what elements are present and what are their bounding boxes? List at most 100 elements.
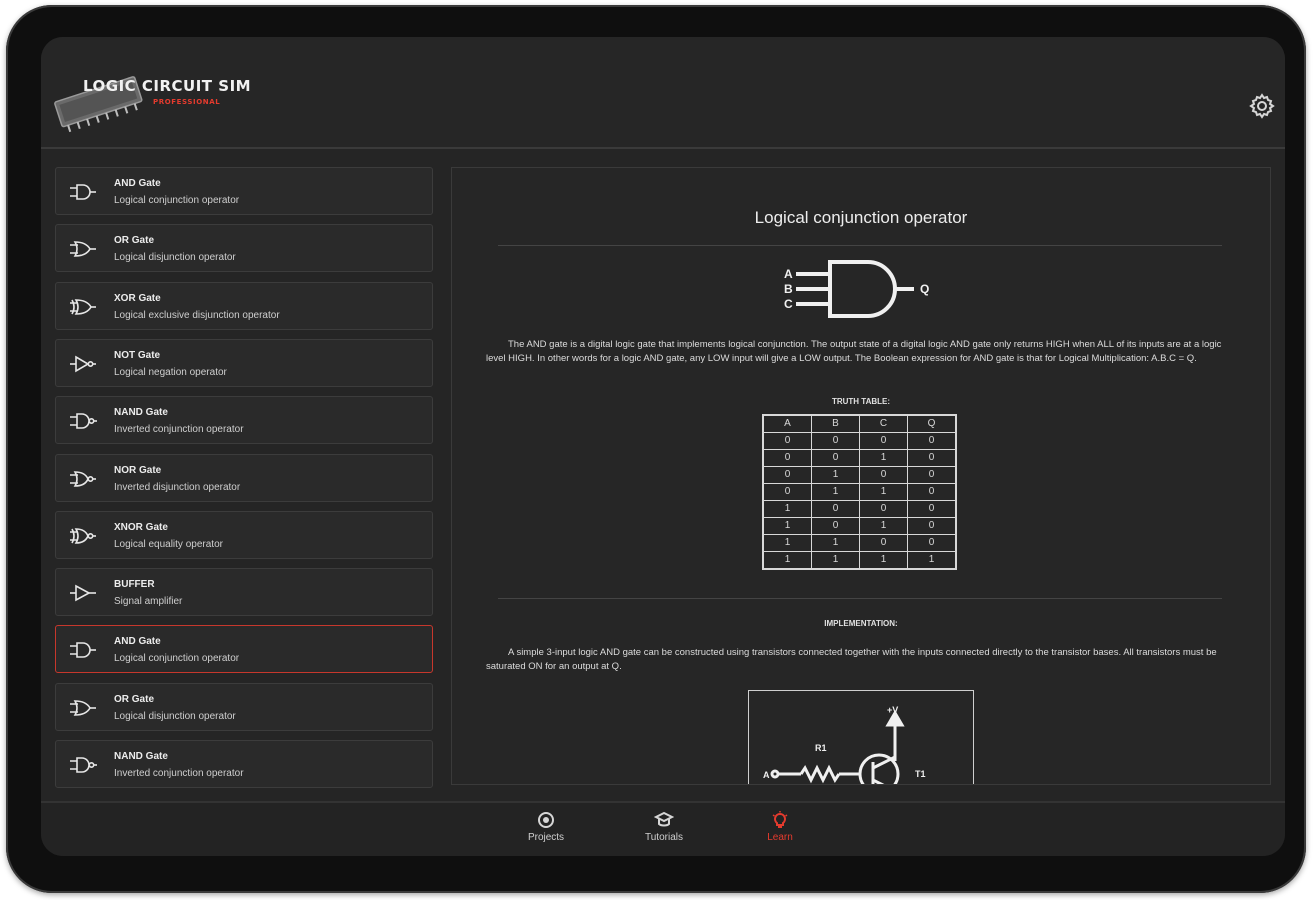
symbol-input-a: A [784, 267, 793, 281]
gate-list-item-subtitle: Signal amplifier [114, 596, 183, 608]
xor-gate-icon [70, 298, 96, 315]
truth-table-row: 0110 [762, 483, 957, 501]
gate-list-item[interactable]: NAND Gate Inverted conjunction operator [55, 740, 433, 788]
truth-table-cell: 1 [811, 551, 860, 570]
logo-title: LOGIC CIRCUIT SIM [83, 77, 252, 95]
gate-list-item[interactable]: NOR Gate Inverted disjunction operator [55, 453, 433, 502]
truth-table-row: 1010 [762, 517, 957, 535]
gate-list-item-subtitle: Inverted conjunction operator [114, 424, 244, 436]
nav-tutorials[interactable]: Tutorials [624, 811, 704, 851]
settings-gear-icon[interactable] [1248, 92, 1276, 120]
tutorials-icon [654, 811, 674, 827]
gate-list-item-subtitle: Logical disjunction operator [114, 252, 236, 264]
gate-description: The AND gate is a digital logic gate tha… [486, 339, 1222, 364]
truth-table-caption: TRUTH TABLE: [831, 397, 891, 406]
truth-table-cell: 0 [907, 534, 957, 552]
and-gate-icon [70, 184, 96, 200]
gate-list-item-subtitle: Inverted conjunction operator [114, 768, 244, 779]
truth-table-row: 0010 [762, 449, 957, 467]
gate-list-item-title: BUFFER [114, 579, 155, 591]
truth-table-cell: 0 [762, 432, 812, 450]
nav-tutorials-label: Tutorials [645, 832, 683, 843]
detail-title: Logical conjunction operator [754, 208, 968, 227]
nav-projects[interactable]: Projects [506, 811, 586, 851]
truth-table: ABCQ00000010010001101000101011001111 [762, 414, 957, 570]
truth-table-row: 0100 [762, 466, 957, 484]
nav-projects-label: Projects [527, 832, 565, 843]
implementation-text: A simple 3-input logic AND gate can be c… [486, 647, 1217, 672]
truth-table-cell: 1 [811, 534, 860, 552]
nav-learn-label: Learn [767, 832, 793, 843]
truth-table-cell: 0 [762, 483, 812, 501]
truth-table-cell: 0 [811, 517, 860, 535]
gate-list-item[interactable]: AND Gate Logical conjunction operator [55, 625, 433, 674]
gate-list-item[interactable]: XNOR Gate Logical equality operator [55, 510, 433, 559]
gate-list-item-title: XNOR Gate [114, 521, 168, 533]
truth-table-cell: 0 [859, 500, 908, 518]
gate-list-item[interactable]: NAND Gate Inverted conjunction operator [55, 396, 433, 445]
gate-list-item-subtitle: Logical conjunction operator [114, 653, 240, 665]
gate-list-item[interactable]: OR Gate Logical disjunction operator [55, 682, 433, 731]
gate-list-item[interactable]: BUFFER Signal amplifier [55, 568, 433, 617]
gate-list-item-title: NOR Gate [114, 464, 162, 476]
truth-table-cell: 0 [811, 500, 860, 518]
circuit-vplus-label: +V [887, 705, 898, 715]
gate-list-item-title: AND Gate [114, 636, 161, 648]
bottom-nav: Projects Tutorials Learn [41, 803, 1285, 856]
symbol-output-q: Q [920, 282, 929, 296]
learn-bulb-icon [772, 811, 788, 828]
truth-table-row: 1000 [762, 500, 957, 518]
truth-table-cell: 0 [762, 466, 812, 484]
truth-table-cell: 0 [811, 449, 860, 467]
gate-list-item[interactable]: NOT Gate Logical negation operator [55, 338, 433, 387]
truth-table-header-cell: B [811, 414, 860, 433]
symbol-input-b: B [784, 282, 793, 296]
truth-table-cell: 0 [859, 466, 908, 484]
xnor-gate-icon [70, 527, 96, 544]
gate-list-item-subtitle: Logical disjunction operator [114, 710, 236, 722]
gate-list-item[interactable]: XOR Gate Logical exclusive disjunction op… [55, 281, 433, 330]
truth-table-cell: 1 [762, 500, 812, 518]
logo-subtitle: PROFESSIONAL [153, 98, 221, 106]
truth-table-header-cell: Q [907, 414, 957, 433]
gate-list-item-title: NOT Gate [114, 349, 161, 361]
truth-table-row: 1111 [762, 551, 957, 570]
circuit-diagram: +V R1 A T1 [748, 690, 974, 784]
nand-gate-icon [70, 413, 97, 429]
truth-table-row: 0000 [762, 432, 957, 450]
gate-list-item[interactable]: AND Gate Logical conjunction operator [55, 167, 433, 215]
truth-table-header-cell: A [762, 414, 812, 433]
gate-list-item-subtitle: Inverted disjunction operator [114, 481, 241, 493]
gate-list-item-subtitle: Logical equality operator [114, 538, 223, 550]
truth-table-cell: 1 [907, 551, 957, 570]
truth-table-cell: 0 [859, 534, 908, 552]
truth-table-cell: 1 [762, 517, 812, 535]
truth-table-cell: 0 [907, 483, 957, 501]
truth-table-cell: 1 [859, 449, 908, 467]
truth-table-cell: 0 [811, 432, 860, 450]
gate-list-item-subtitle: Logical exclusive disjunction operator [114, 309, 280, 321]
gate-list-item-title: AND Gate [114, 178, 161, 189]
gate-list-item-title: NAND Gate [114, 751, 168, 762]
truth-table-cell: 0 [762, 449, 812, 467]
or-gate-icon [70, 241, 96, 258]
nand-gate-icon [70, 757, 97, 773]
app-screen: LOGIC CIRCUIT SIM PROFESSIONAL AND Gate L… [41, 37, 1285, 856]
truth-table-header-row: ABCQ [762, 414, 957, 433]
gate-list-item-subtitle: Logical negation operator [114, 366, 227, 378]
nor-gate-icon [70, 470, 96, 487]
implementation-caption: IMPLEMENTATION: [824, 619, 898, 628]
title-divider [498, 245, 1222, 246]
app-header: LOGIC CIRCUIT SIM PROFESSIONAL [41, 37, 1285, 147]
truth-table-cell: 0 [907, 449, 957, 467]
truth-table-cell: 1 [762, 551, 812, 570]
circuit-t1-label: T1 [915, 769, 926, 779]
truth-table-header-cell: C [859, 414, 908, 433]
truth-table-cell: 1 [811, 483, 860, 501]
gate-list-item-title: NAND Gate [114, 407, 168, 419]
gate-list-item-title: OR Gate [114, 693, 155, 705]
truth-table-row: 1100 [762, 534, 957, 552]
gate-list-item[interactable]: OR Gate Logical disjunction operator [55, 224, 433, 273]
nav-learn[interactable]: Learn [740, 811, 820, 851]
gate-list-item-title: XOR Gate [114, 292, 161, 304]
